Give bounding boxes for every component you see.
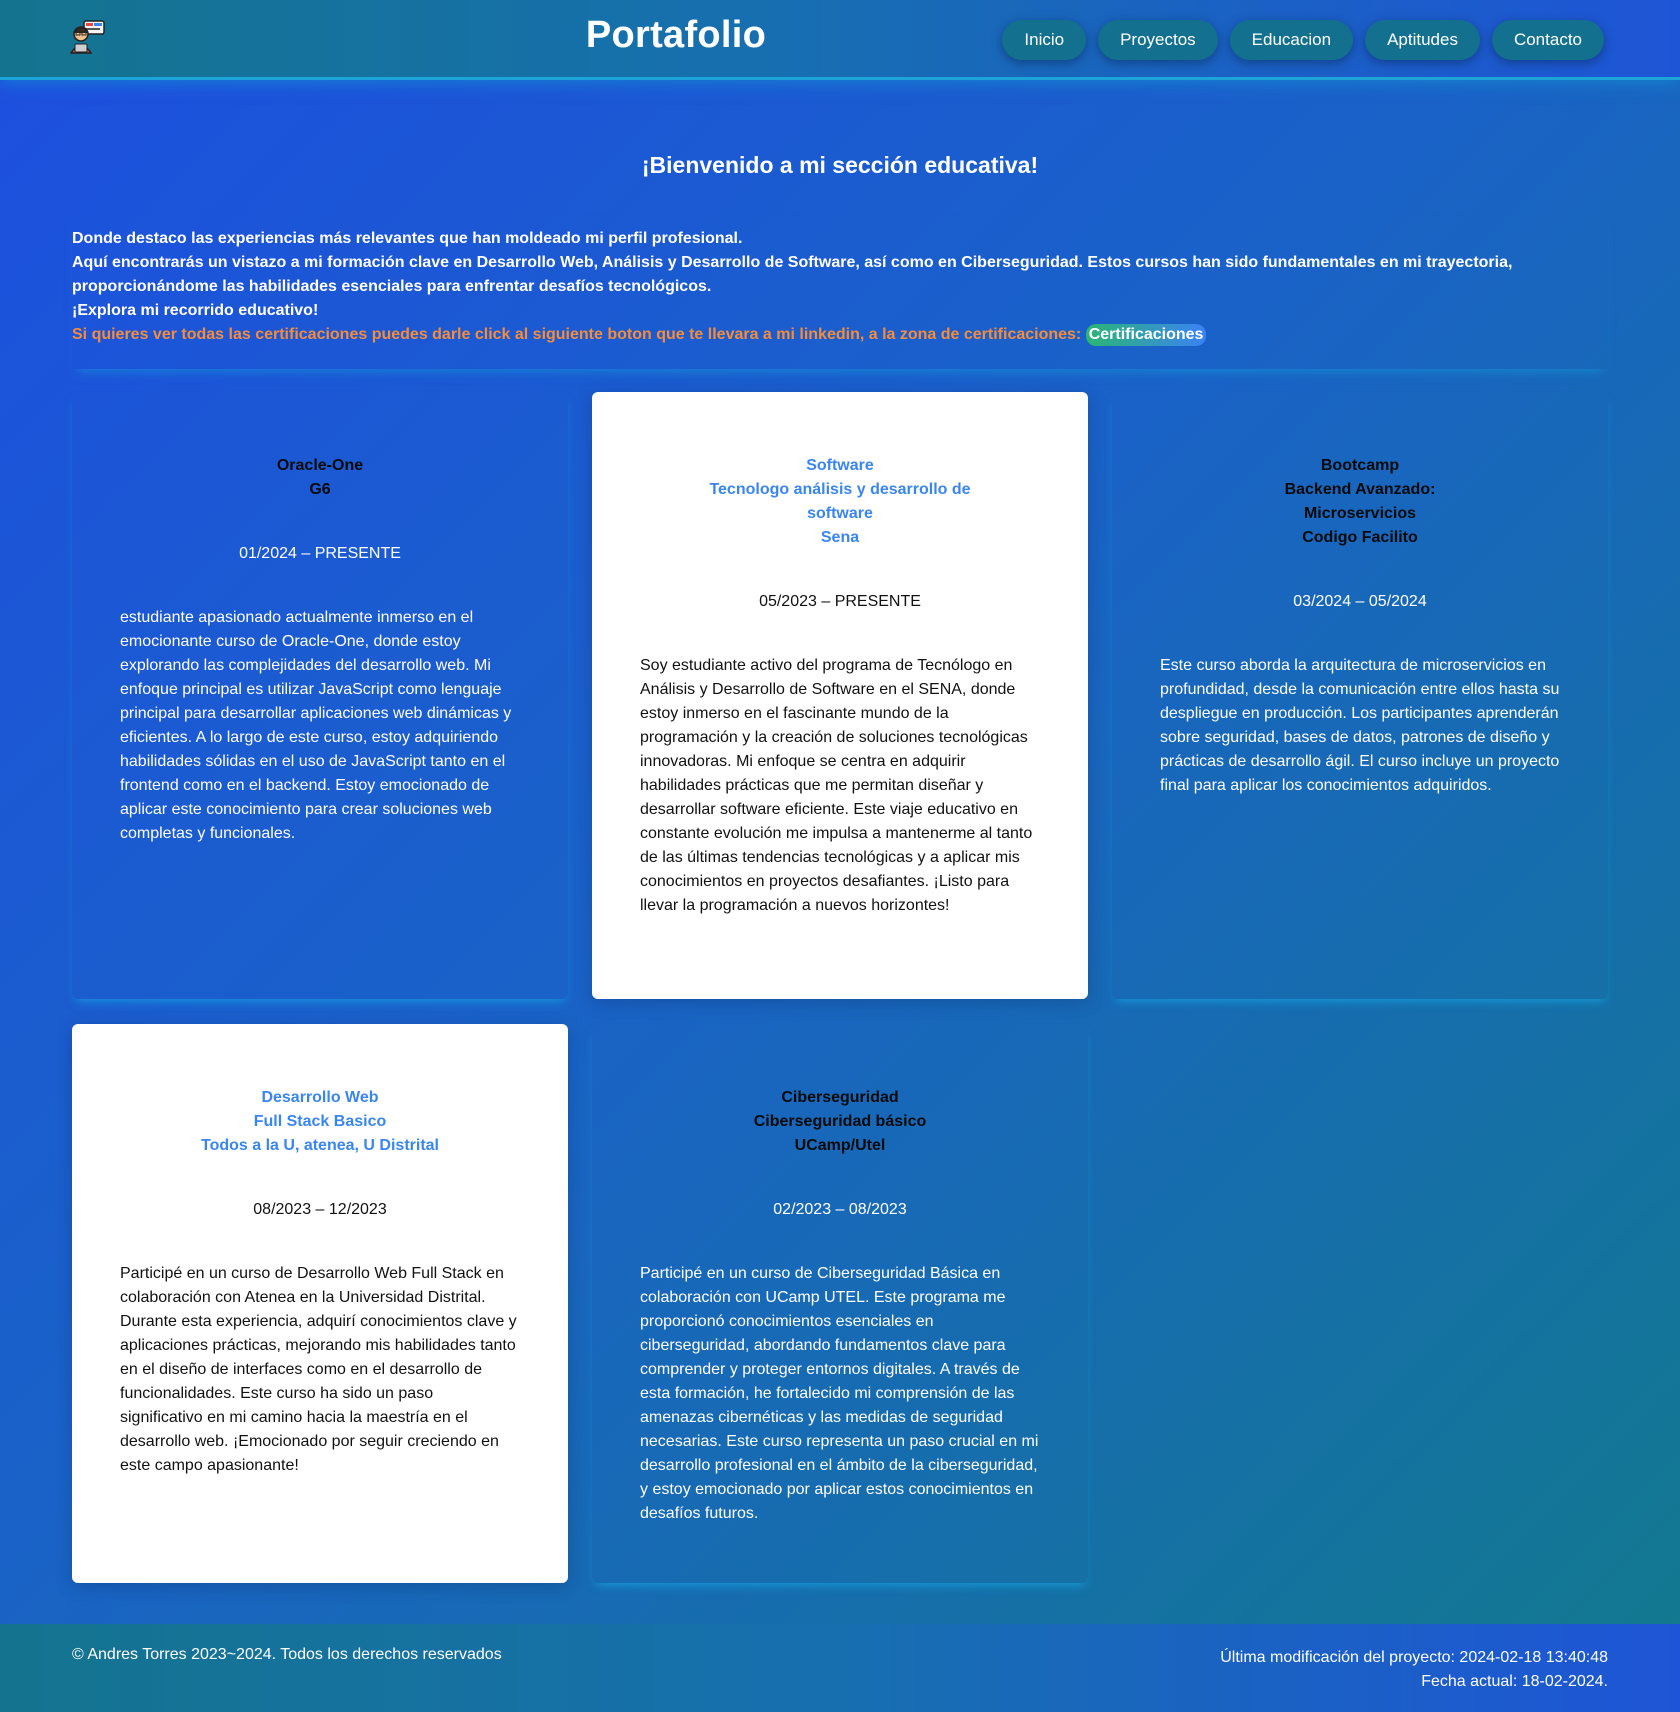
card-description: Participé en un curso de Desarrollo Web … xyxy=(120,1265,517,1474)
footer-dates: Última modificación del proyecto: 2024-0… xyxy=(1220,1646,1608,1694)
card-description: Participé en un curso de Ciberseguridad … xyxy=(640,1265,1039,1522)
intro-line-1: Donde destaco las experiencias más relev… xyxy=(72,230,743,247)
intro-section: Donde destaco las experiencias más relev… xyxy=(72,215,1608,369)
last-modified-text: Última modificación del proyecto: 2024-0… xyxy=(1220,1649,1608,1666)
card-date: 03/2024 – 05/2024 xyxy=(1293,593,1427,610)
card-title: Desarrollo Web Full Stack Basico Todos a… xyxy=(201,1089,439,1154)
card-date: 01/2024 – PRESENTE xyxy=(239,545,401,562)
copyright-text: © Andres Torres 2023~2024. Todos los der… xyxy=(72,1646,502,1663)
site-footer: © Andres Torres 2023~2024. Todos los der… xyxy=(0,1624,1680,1712)
card-title: Ciberseguridad Ciberseguridad básico UCa… xyxy=(753,1089,927,1154)
card-date: 02/2023 – 08/2023 xyxy=(773,1201,907,1218)
card-date: 05/2023 – PRESENTE xyxy=(759,593,921,610)
education-card-web-fullstack[interactable]: Desarrollo Web Full Stack Basico Todos a… xyxy=(72,1024,568,1583)
site-header: Portafolio Inicio Proyectos Educacion Ap… xyxy=(0,0,1680,80)
card-description: estudiante apasionado actualmente inmers… xyxy=(120,609,512,842)
card-title: Oracle-One G6 xyxy=(276,457,364,498)
intro-line-3: ¡Explora mi recorrido educativo! xyxy=(72,302,319,319)
main-nav: Inicio Proyectos Educacion Aptitudes Con… xyxy=(1002,20,1604,60)
education-card-sena[interactable]: Software Tecnologo análisis y desarrollo… xyxy=(592,392,1088,999)
intro-line-2: Aquí encontrarás un vistazo a mi formaci… xyxy=(72,254,1513,295)
card-title: Software Tecnologo análisis y desarrollo… xyxy=(709,457,971,546)
certifications-text: Si quieres ver todas las certificaciones… xyxy=(72,326,1082,343)
current-date-text: Fecha actual: 18-02-2024. xyxy=(1421,1673,1608,1690)
card-title: Bootcamp Backend Avanzado: Microservicio… xyxy=(1284,457,1436,546)
nav-aptitudes[interactable]: Aptitudes xyxy=(1365,20,1480,60)
education-card-ciberseguridad[interactable]: Ciberseguridad Ciberseguridad básico UCa… xyxy=(592,1024,1088,1583)
nav-proyectos[interactable]: Proyectos xyxy=(1098,20,1218,60)
nav-educacion[interactable]: Educacion xyxy=(1229,20,1354,60)
nav-inicio[interactable]: Inicio xyxy=(1002,20,1087,60)
card-date: 08/2023 – 12/2023 xyxy=(253,1201,387,1218)
education-card-bootcamp[interactable]: Bootcamp Backend Avanzado: Microservicio… xyxy=(1112,392,1608,999)
education-card-oracle-one[interactable]: Oracle-One G6 01/2024 – PRESENTE estudia… xyxy=(72,392,568,999)
welcome-heading: ¡Bienvenido a mi sección educativa! xyxy=(641,152,1039,178)
certifications-button[interactable]: Certificaciones xyxy=(1085,324,1207,346)
card-description: Este curso aborda la arquitectura de mic… xyxy=(1160,657,1560,794)
certifications-line: Si quieres ver todas las certificaciones… xyxy=(72,323,1608,347)
card-description: Soy estudiante activo del programa de Te… xyxy=(640,657,1033,914)
nav-contacto[interactable]: Contacto xyxy=(1491,20,1604,60)
